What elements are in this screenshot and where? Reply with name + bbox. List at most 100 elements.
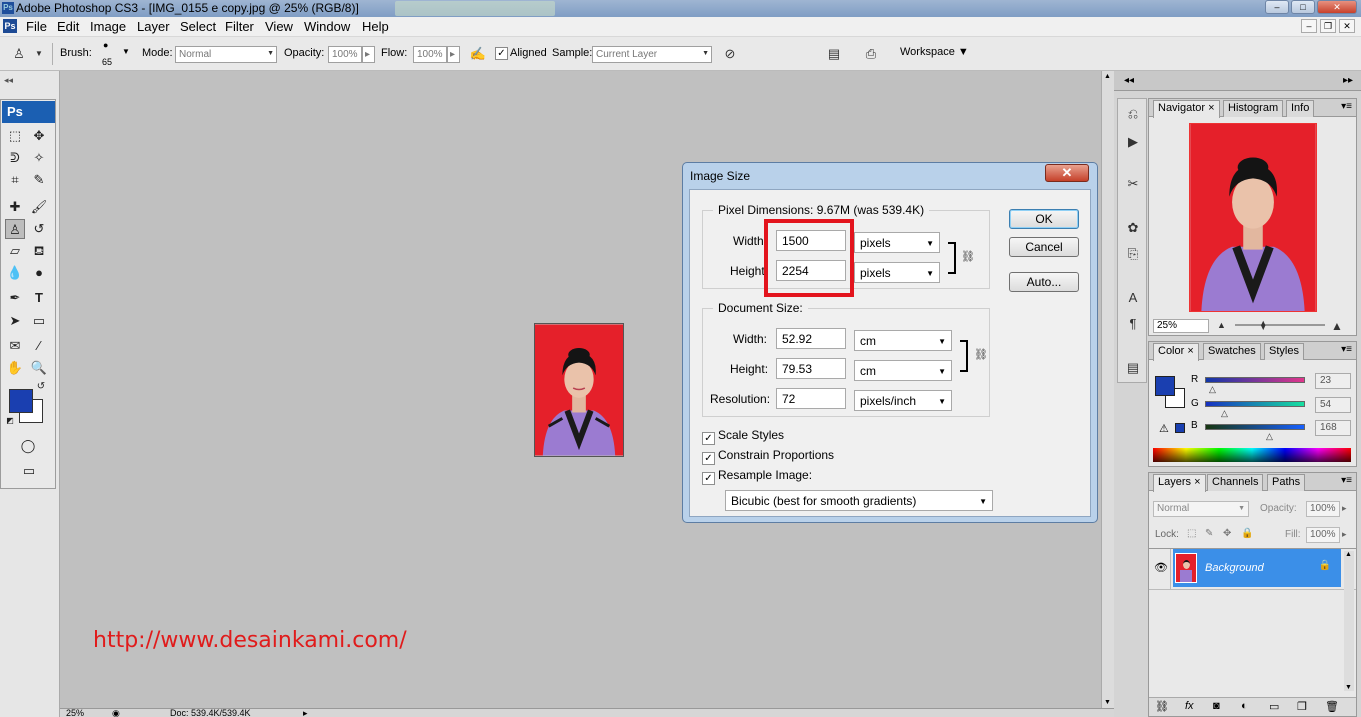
zoom-tool-icon[interactable]: 🔍: [29, 358, 49, 378]
g-input[interactable]: 54: [1315, 397, 1351, 413]
menu-window[interactable]: Window: [304, 19, 350, 34]
panel-menu-icon[interactable]: ▾≡: [1341, 101, 1352, 112]
opacity-slider-arrow[interactable]: ▸: [362, 46, 375, 63]
opacity-input[interactable]: 100%: [328, 46, 362, 63]
type-tool-icon[interactable]: T: [29, 288, 49, 308]
b-input[interactable]: 168: [1315, 420, 1351, 436]
menu-filter[interactable]: Filter: [225, 19, 254, 34]
move-tool-icon[interactable]: ✥: [29, 126, 49, 146]
tab-layers[interactable]: Layers ×: [1153, 474, 1206, 492]
layer-name[interactable]: Background: [1205, 562, 1264, 574]
layer-style-icon[interactable]: fx: [1185, 700, 1194, 712]
navigator-zoom-slider[interactable]: [1235, 324, 1325, 326]
ds-height-unit-select[interactable]: cm ▼: [854, 360, 952, 381]
pen-tool-icon[interactable]: ✒: [5, 288, 25, 308]
r-input[interactable]: 23: [1315, 373, 1351, 389]
blend-mode-select[interactable]: Normal ▼: [1153, 501, 1249, 517]
sample-select[interactable]: Current Layer ▼: [592, 46, 712, 63]
scroll-up-icon[interactable]: ▲: [1345, 551, 1352, 558]
menu-help[interactable]: Help: [362, 19, 389, 34]
menu-file[interactable]: File: [26, 19, 47, 34]
history-icon[interactable]: ⎌: [1123, 105, 1143, 123]
ignore-adjustment-layers-icon[interactable]: ⊘: [721, 45, 739, 63]
resample-image-checkbox[interactable]: ✓ Resample Image:: [702, 468, 812, 485]
color-fg-swatch[interactable]: [1155, 376, 1175, 396]
out-of-gamut-warning-icon[interactable]: ⚠: [1159, 422, 1169, 435]
menu-edit[interactable]: Edit: [57, 19, 79, 34]
file-browser-icon[interactable]: ⎙: [862, 45, 880, 63]
clone-stamp-preset-icon[interactable]: ♙: [10, 45, 28, 63]
eraser-tool-icon[interactable]: ▱: [5, 241, 25, 261]
opacity-arrow-icon[interactable]: ▸: [1342, 503, 1347, 514]
lasso-tool-icon[interactable]: ᕲ: [5, 148, 25, 168]
tab-navigator[interactable]: Navigator ×: [1153, 100, 1220, 118]
tab-color[interactable]: Color ×: [1153, 343, 1199, 361]
tab-styles[interactable]: Styles: [1264, 343, 1304, 360]
new-layer-icon[interactable]: ❐: [1297, 700, 1307, 713]
slice-tool-icon[interactable]: ✎: [29, 170, 49, 190]
menu-select[interactable]: Select: [180, 19, 216, 34]
crop-tool-icon[interactable]: ⌗: [5, 170, 25, 190]
notes-tool-icon[interactable]: ✉: [5, 336, 25, 356]
scroll-up-icon[interactable]: ▲: [1104, 73, 1111, 80]
screen-mode-icon[interactable]: ▭: [15, 462, 43, 480]
delete-layer-icon[interactable]: 🗑: [1325, 700, 1339, 713]
tab-histogram[interactable]: Histogram: [1223, 100, 1284, 117]
doc-restore-button[interactable]: ❐: [1320, 19, 1336, 33]
ds-width-unit-select[interactable]: cm ▼: [854, 330, 952, 351]
menu-view[interactable]: View: [265, 19, 293, 34]
magic-wand-tool-icon[interactable]: ✧: [29, 148, 49, 168]
zoom-out-icon[interactable]: ▲: [1217, 320, 1226, 330]
layer-background-row[interactable]: Background 🔒: [1173, 549, 1341, 587]
lock-all-icon[interactable]: 🔒: [1241, 528, 1253, 539]
layers-scrollbar[interactable]: ▲ ▼: [1344, 551, 1354, 691]
collapse-dock-icon[interactable]: ▸▸: [1343, 75, 1353, 86]
auto-button[interactable]: Auto...: [1009, 272, 1079, 292]
document-image[interactable]: [534, 323, 624, 457]
actions-icon[interactable]: ▶: [1123, 133, 1143, 151]
paint-bucket-tool-icon[interactable]: ⛾: [29, 241, 49, 261]
fill-arrow-icon[interactable]: ▸: [1342, 529, 1347, 540]
aligned-checkbox[interactable]: ✓: [495, 47, 508, 60]
rectangle-tool-icon[interactable]: ▭: [29, 311, 49, 331]
adjustment-layer-icon[interactable]: ◐: [1241, 700, 1248, 712]
flow-slider-arrow[interactable]: ▸: [447, 46, 460, 63]
tab-swatches[interactable]: Swatches: [1203, 343, 1261, 360]
pd-height-unit-select[interactable]: pixels ▼: [854, 262, 940, 283]
ps-document-icon[interactable]: Ps: [3, 19, 17, 33]
preset-dropdown-icon[interactable]: ▼: [30, 45, 48, 63]
maximize-button[interactable]: □: [1291, 0, 1315, 14]
mode-select[interactable]: Normal ▼: [175, 46, 277, 63]
airbrush-icon[interactable]: ✍: [469, 45, 487, 63]
brushes-icon[interactable]: ✿: [1123, 219, 1143, 237]
ds-width-input[interactable]: 52.92: [776, 328, 846, 349]
color-ramp[interactable]: [1153, 448, 1351, 462]
link-layers-icon[interactable]: ⛓: [1155, 700, 1169, 713]
eyedropper-tool-icon[interactable]: ⁄: [29, 336, 49, 356]
status-zoom[interactable]: 25%: [66, 708, 84, 717]
brush-dot-icon[interactable]: ●: [103, 40, 108, 50]
navigator-zoom-input[interactable]: 25%: [1153, 319, 1209, 333]
dialog-close-button[interactable]: ✕: [1045, 164, 1089, 182]
close-button[interactable]: ✕: [1317, 0, 1357, 14]
layer-opacity-input[interactable]: 100%: [1306, 501, 1340, 517]
scale-styles-checkbox[interactable]: ✓ Scale Styles: [702, 428, 784, 445]
scroll-down-icon[interactable]: ▼: [1345, 684, 1352, 691]
layer-mask-icon[interactable]: ◙: [1213, 700, 1220, 712]
blur-tool-icon[interactable]: 💧: [5, 263, 25, 283]
flow-input[interactable]: 100%: [413, 46, 447, 63]
healing-brush-tool-icon[interactable]: ✚: [5, 197, 25, 217]
palette-well-icon[interactable]: ▤: [825, 45, 843, 63]
ds-height-input[interactable]: 79.53: [776, 358, 846, 379]
b-slider-handle[interactable]: △: [1266, 431, 1273, 442]
resolution-unit-select[interactable]: pixels/inch ▼: [854, 390, 952, 411]
menu-image[interactable]: Image: [90, 19, 126, 34]
default-colors-icon[interactable]: ◩: [4, 415, 16, 427]
cancel-button[interactable]: Cancel: [1009, 237, 1079, 257]
r-slider-handle[interactable]: △: [1209, 384, 1216, 395]
eye-icon[interactable]: 👁: [1154, 561, 1168, 574]
quick-mask-icon[interactable]: ◯: [17, 437, 39, 455]
brush-dropdown-icon[interactable]: ▼: [122, 47, 130, 56]
resample-method-select[interactable]: Bicubic (best for smooth gradients) ▼: [725, 490, 993, 511]
g-slider[interactable]: [1205, 401, 1305, 407]
